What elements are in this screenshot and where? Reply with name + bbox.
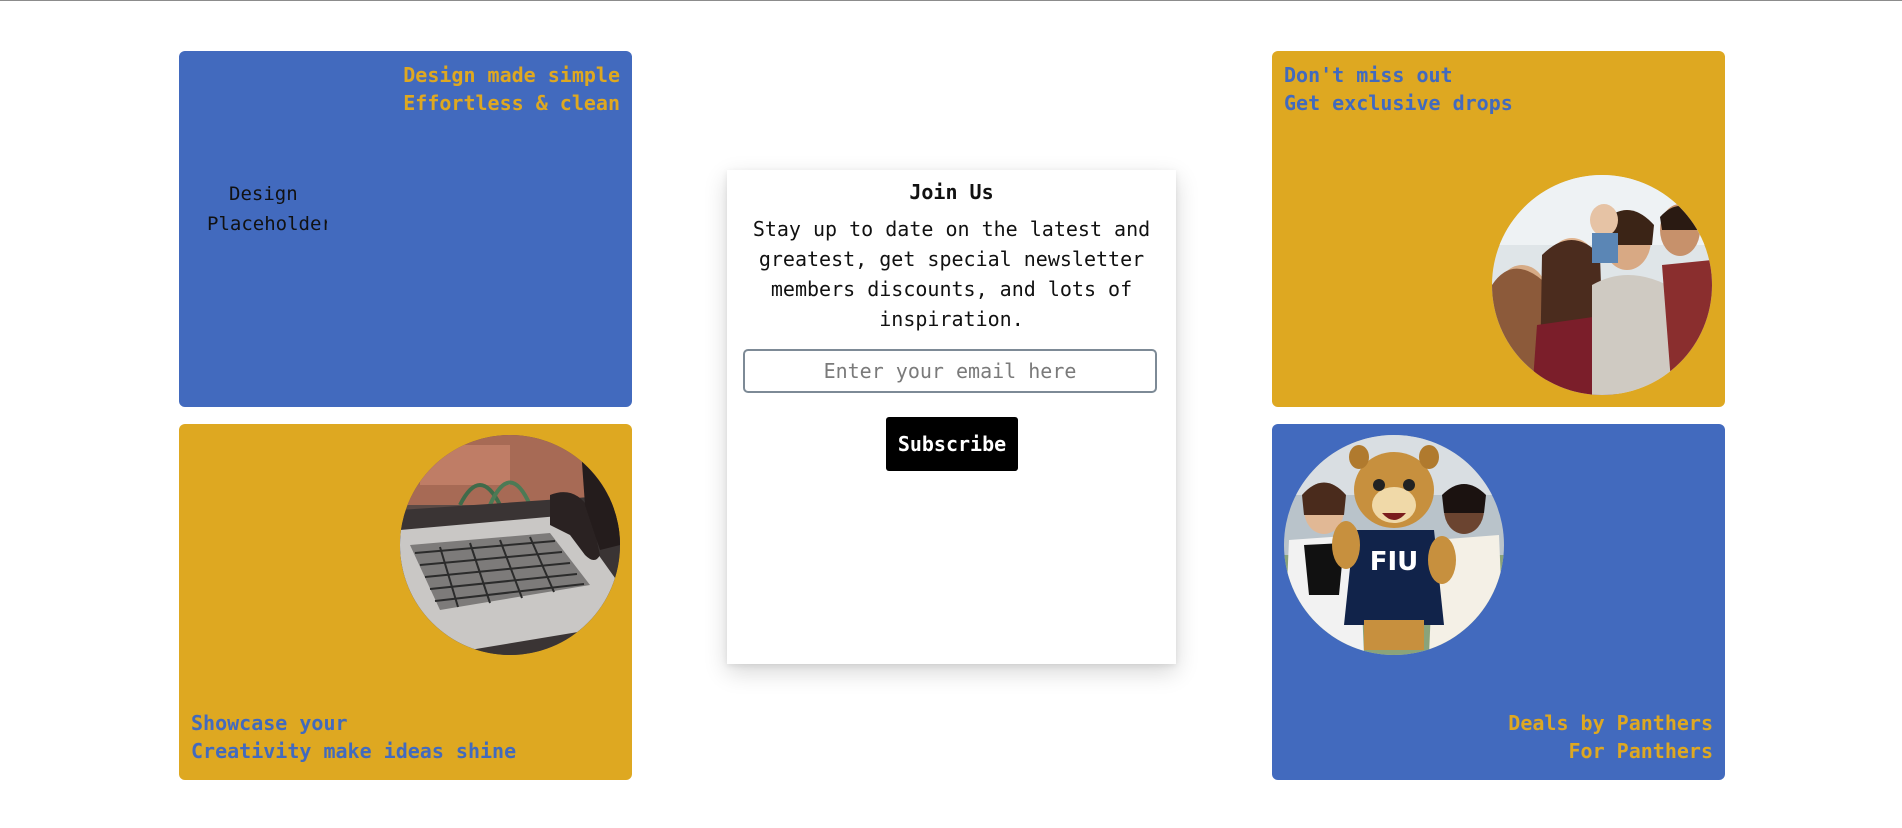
card-design-line2: Effortless & clean xyxy=(403,91,620,115)
card-design-line1: Design made simple xyxy=(403,63,620,87)
mascot-jersey-text: FIU xyxy=(1370,547,1419,577)
broken-image-placeholder: Design Placeholder xyxy=(207,179,327,239)
card-panthers: FIU Deals by Panthers For Panthers xyxy=(1272,424,1725,780)
card-exclusive-line1: Don't miss out xyxy=(1284,63,1453,87)
panthers-mascot-photo: FIU xyxy=(1284,435,1504,655)
laptop-photo xyxy=(400,435,620,655)
subscribe-button[interactable]: Subscribe xyxy=(886,417,1018,471)
broken-image-alt-line2: Placeholder xyxy=(207,213,327,235)
email-input[interactable] xyxy=(743,349,1157,393)
signup-description: Stay up to date on the latest and greate… xyxy=(752,217,1151,331)
card-showcase-caption: Showcase your Creativity make ideas shin… xyxy=(191,709,516,765)
card-exclusive: Don't miss out Get exclusive drops xyxy=(1272,51,1725,407)
card-panthers-line2: For Panthers xyxy=(1568,739,1714,763)
friends-photo xyxy=(1492,175,1712,395)
broken-image-alt-line1: Design xyxy=(229,183,298,205)
top-divider xyxy=(0,0,1902,1)
card-showcase: Showcase your Creativity make ideas shin… xyxy=(179,424,632,780)
card-design: Design made simple Effortless & clean De… xyxy=(179,51,632,407)
card-panthers-line1: Deals by Panthers xyxy=(1508,711,1713,735)
card-exclusive-caption: Don't miss out Get exclusive drops xyxy=(1284,61,1513,117)
card-showcase-line1: Showcase your xyxy=(191,711,348,735)
newsletter-signup-card: Join Us Stay up to date on the latest an… xyxy=(727,170,1176,664)
signup-title: Join Us xyxy=(909,180,994,204)
card-panthers-caption: Deals by Panthers For Panthers xyxy=(1508,709,1713,765)
card-showcase-line2: Creativity make ideas shine xyxy=(191,739,517,763)
card-exclusive-line2: Get exclusive drops xyxy=(1284,91,1513,115)
card-design-caption: Design made simple Effortless & clean xyxy=(403,61,620,117)
